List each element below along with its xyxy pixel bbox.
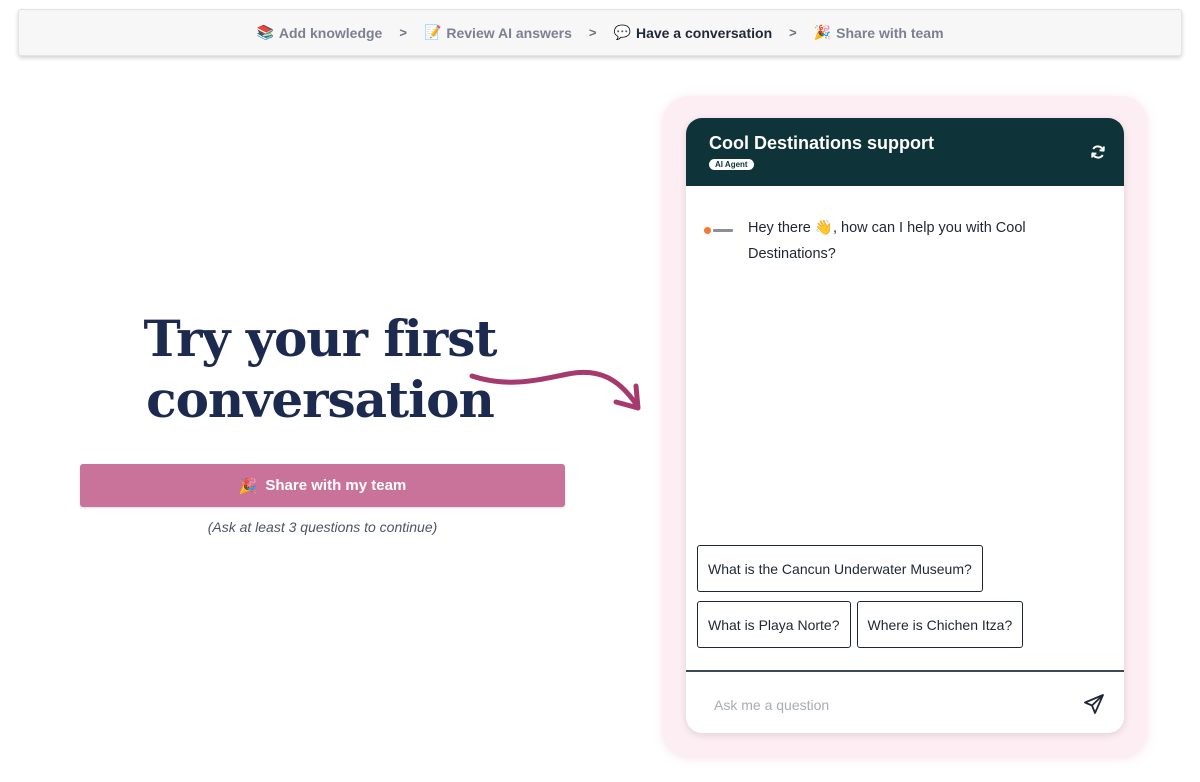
memo-icon: 📝 bbox=[423, 24, 442, 41]
chat-question-input[interactable] bbox=[714, 694, 1054, 716]
step-have-a-conversation[interactable]: 💬 Have a conversation bbox=[614, 25, 773, 41]
chat-title: Cool Destinations support bbox=[709, 133, 934, 153]
bot-message-text: Hey there 👋, how can I help you with Coo… bbox=[748, 220, 1026, 262]
share-button-label: Share with my team bbox=[265, 477, 407, 494]
step-review-ai-answers[interactable]: 📝 Review AI answers bbox=[424, 25, 572, 41]
step-separator: > bbox=[789, 25, 797, 40]
bot-message: Hey there 👋, how can I help you with Coo… bbox=[704, 215, 1048, 267]
suggestion-button[interactable]: Where is Chichen Itza? bbox=[856, 601, 1024, 648]
waving-hand-icon: 👋 bbox=[814, 220, 833, 236]
step-add-knowledge[interactable]: 📚 Add knowledge bbox=[256, 25, 382, 41]
speech-bubble-icon: 💬 bbox=[613, 24, 631, 41]
step-separator: > bbox=[588, 25, 597, 40]
chat-divider bbox=[686, 670, 1124, 672]
send-icon[interactable] bbox=[1082, 692, 1106, 716]
ai-agent-badge: AI Agent bbox=[709, 159, 754, 170]
party-popper-icon: 🎉 bbox=[238, 476, 258, 495]
share-with-team-button[interactable]: 🎉 Share with my team bbox=[80, 464, 565, 507]
step-separator: > bbox=[399, 25, 407, 40]
step-label: Share with team bbox=[836, 24, 944, 41]
curved-arrow-icon bbox=[469, 369, 641, 411]
suggested-questions: What is the Cancun Underwater Museum? Wh… bbox=[697, 545, 1117, 657]
continue-hint: (Ask at least 3 questions to continue) bbox=[207, 519, 438, 535]
suggestion-button[interactable]: What is the Cancun Underwater Museum? bbox=[697, 545, 983, 592]
company-logo bbox=[704, 219, 734, 241]
refresh-icon[interactable] bbox=[1090, 144, 1106, 160]
step-label: Have a conversation bbox=[635, 24, 773, 41]
suggestion-button[interactable]: What is Playa Norte? bbox=[697, 601, 851, 648]
step-label: Add knowledge bbox=[278, 24, 383, 41]
step-share-with-team[interactable]: 🎉 Share with team bbox=[814, 25, 944, 41]
step-label: Review AI answers bbox=[446, 24, 572, 41]
party-popper-icon: 🎉 bbox=[813, 24, 832, 41]
books-icon: 📚 bbox=[256, 24, 274, 41]
chat-widget: Cool Destinations support AI Agent Hey t… bbox=[686, 118, 1124, 733]
onboarding-stepper: 📚 Add knowledge > 📝 Review AI answers > … bbox=[18, 9, 1182, 56]
chat-header: Cool Destinations support AI Agent bbox=[686, 118, 1124, 186]
page-title: Try your first conversation bbox=[143, 309, 498, 429]
